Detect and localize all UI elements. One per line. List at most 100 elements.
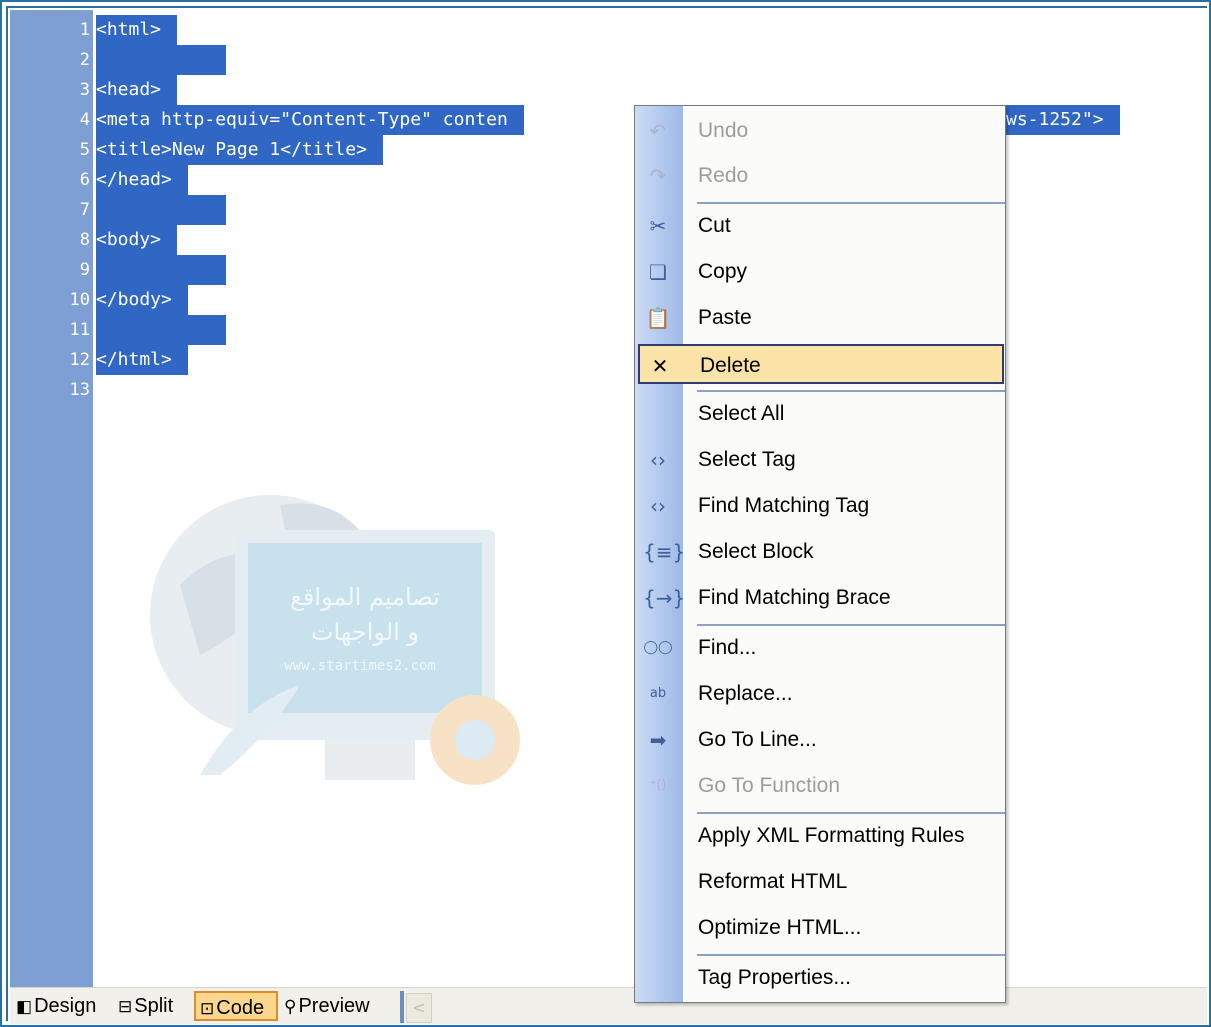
find-matching-tag-icon: ‹› [650, 494, 666, 518]
code-line-text [96, 315, 226, 345]
svg-text:و الواجهات: و الواجهات [311, 618, 419, 646]
menu-separator [697, 812, 1005, 814]
code-line-text: </body> [96, 285, 188, 315]
go-to-function-icon: ⁺() [649, 778, 667, 793]
menu-item-label: Find Matching Brace [698, 586, 891, 609]
menu-item-replace[interactable]: ab Replace... [635, 674, 1005, 714]
menu-item-undo: ↶ Undo [635, 111, 1005, 151]
menu-item-label: Tag Properties... [698, 966, 851, 989]
code-line[interactable]: </html> [96, 345, 188, 375]
menu-item-label: Reformat HTML [698, 870, 848, 893]
menu-item-apply-xml-formatting-rules[interactable]: Apply XML Formatting Rules [635, 816, 1005, 856]
menu-item-delete[interactable]: ✕ Delete [638, 344, 1004, 384]
preview-magnifier-icon: ⚲ [284, 997, 297, 1016]
menu-item-select-tag[interactable]: ‹› Select Tag [635, 440, 1005, 480]
menu-item-label: Select All [698, 402, 785, 425]
menu-item-label: Select Block [698, 540, 814, 563]
paste-icon: 📋 [645, 306, 671, 330]
svg-text:تصاميم المواقع: تصاميم المواقع [290, 583, 440, 611]
code-line-text [96, 45, 226, 75]
menu-item-label: Select Tag [698, 448, 796, 471]
menu-item-label: Find... [698, 636, 757, 659]
code-line[interactable]: </head> [96, 165, 188, 195]
tab-preview[interactable]: ⚲ Preview [280, 991, 374, 1021]
select-tag-icon: ‹› [650, 448, 666, 472]
code-line[interactable]: <title>New Page 1</title> [96, 135, 383, 165]
code-line-text: <html> [96, 15, 178, 45]
watermark-logo: تصاميم المواقع و الواجهات www.startimes2… [150, 495, 520, 785]
find-matching-brace-icon: {→} [643, 586, 686, 610]
menu-item-select-block[interactable]: {≡} Select Block [635, 532, 1005, 572]
line-number: 11 [69, 320, 90, 340]
code-line[interactable]: <meta http-equiv="Content-Type" conten [96, 105, 524, 135]
view-tab-bar: ◧ Design ⊟ Split ⊡ Code ⚲ Preview < [10, 987, 1207, 1024]
context-menu: ↶ Undo ↷ Redo ✂ Cut ❏ Copy 📋 Paste ✕ Delete Select A… [634, 105, 1006, 1003]
line-number: 5 [79, 140, 90, 160]
code-line[interactable] [96, 315, 226, 345]
design-view-icon: ◧ [16, 997, 33, 1016]
tab-split[interactable]: ⊟ Split [114, 991, 177, 1021]
menu-item-find[interactable]: ◯◯ Find... [635, 628, 1005, 668]
menu-item-copy[interactable]: ❏ Copy [635, 252, 1005, 292]
code-line-text [96, 255, 226, 285]
code-line-text: <head> [96, 75, 178, 105]
tab-code[interactable]: ⊡ Code [194, 991, 278, 1021]
menu-separator [697, 954, 1005, 956]
menu-item-label: Optimize HTML... [698, 916, 862, 939]
menu-item-label: Paste [698, 306, 752, 329]
menu-item-go-to-line[interactable]: ➡ Go To Line... [635, 720, 1005, 760]
code-line[interactable]: </body> [96, 285, 188, 315]
menu-item-label: Cut [698, 214, 731, 237]
code-line-tail[interactable]: ws-1252"> [1006, 105, 1120, 135]
code-line[interactable] [96, 195, 226, 225]
menu-separator [697, 390, 1005, 392]
menu-item-select-all[interactable]: Select All [635, 394, 1005, 434]
replace-icon: ab [649, 686, 667, 701]
menu-item-find-matching-tag[interactable]: ‹› Find Matching Tag [635, 486, 1005, 526]
line-number: 8 [79, 230, 90, 250]
menu-item-label: Redo [698, 164, 749, 187]
code-line[interactable]: <html> [96, 15, 178, 45]
menu-item-label: Apply XML Formatting Rules [698, 824, 965, 847]
scroll-left-button[interactable]: < [406, 993, 432, 1023]
menu-item-label: Replace... [698, 682, 793, 705]
delete-x-icon: ✕ [651, 354, 669, 378]
line-number: 9 [79, 260, 90, 280]
menu-item-label: Go To Line... [698, 728, 817, 751]
code-view-icon: ⊡ [200, 999, 215, 1018]
menu-item-optimize-html[interactable]: Optimize HTML... [635, 908, 1005, 948]
menu-item-label: Go To Function [698, 774, 841, 797]
line-number: 13 [69, 380, 90, 400]
line-number: 2 [79, 50, 90, 70]
menu-item-reformat-html[interactable]: Reformat HTML [635, 862, 1005, 902]
line-number: 1 [79, 20, 90, 40]
code-line-text: </html> [96, 345, 188, 375]
menu-separator [697, 624, 1005, 626]
code-line-text: </head> [96, 165, 188, 195]
binoculars-icon: ◯◯ [643, 640, 673, 655]
tab-design[interactable]: ◧ Design [12, 991, 100, 1021]
menu-item-cut[interactable]: ✂ Cut [635, 206, 1005, 246]
menu-item-paste[interactable]: 📋 Paste [635, 298, 1005, 338]
arrow-right-icon: ➡ [649, 728, 667, 752]
code-line-text: <meta http-equiv="Content-Type" conten [96, 105, 524, 135]
menu-item-label: Delete [700, 354, 761, 377]
svg-text:www.startimes2.com: www.startimes2.com [284, 658, 436, 674]
menu-item-find-matching-brace[interactable]: {→} Find Matching Brace [635, 578, 1005, 618]
line-number: 6 [79, 170, 90, 190]
menu-item-label: Find Matching Tag [698, 494, 870, 517]
code-line[interactable] [96, 45, 226, 75]
menu-item-redo: ↷ Redo [635, 156, 1005, 196]
menu-item-tag-properties[interactable]: Tag Properties... [635, 958, 1005, 998]
code-line[interactable]: <head> [96, 75, 178, 105]
code-line[interactable]: <body> [96, 225, 178, 255]
menu-item-label: Copy [698, 260, 748, 283]
code-line-text: <body> [96, 225, 178, 255]
tab-separator [400, 991, 404, 1023]
menu-item-go-to-function: ⁺() Go To Function [635, 766, 1005, 806]
line-number: 3 [79, 80, 90, 100]
code-line[interactable] [96, 255, 226, 285]
split-view-icon: ⊟ [118, 997, 133, 1016]
line-number: 10 [69, 290, 90, 310]
line-number: 4 [79, 110, 90, 130]
